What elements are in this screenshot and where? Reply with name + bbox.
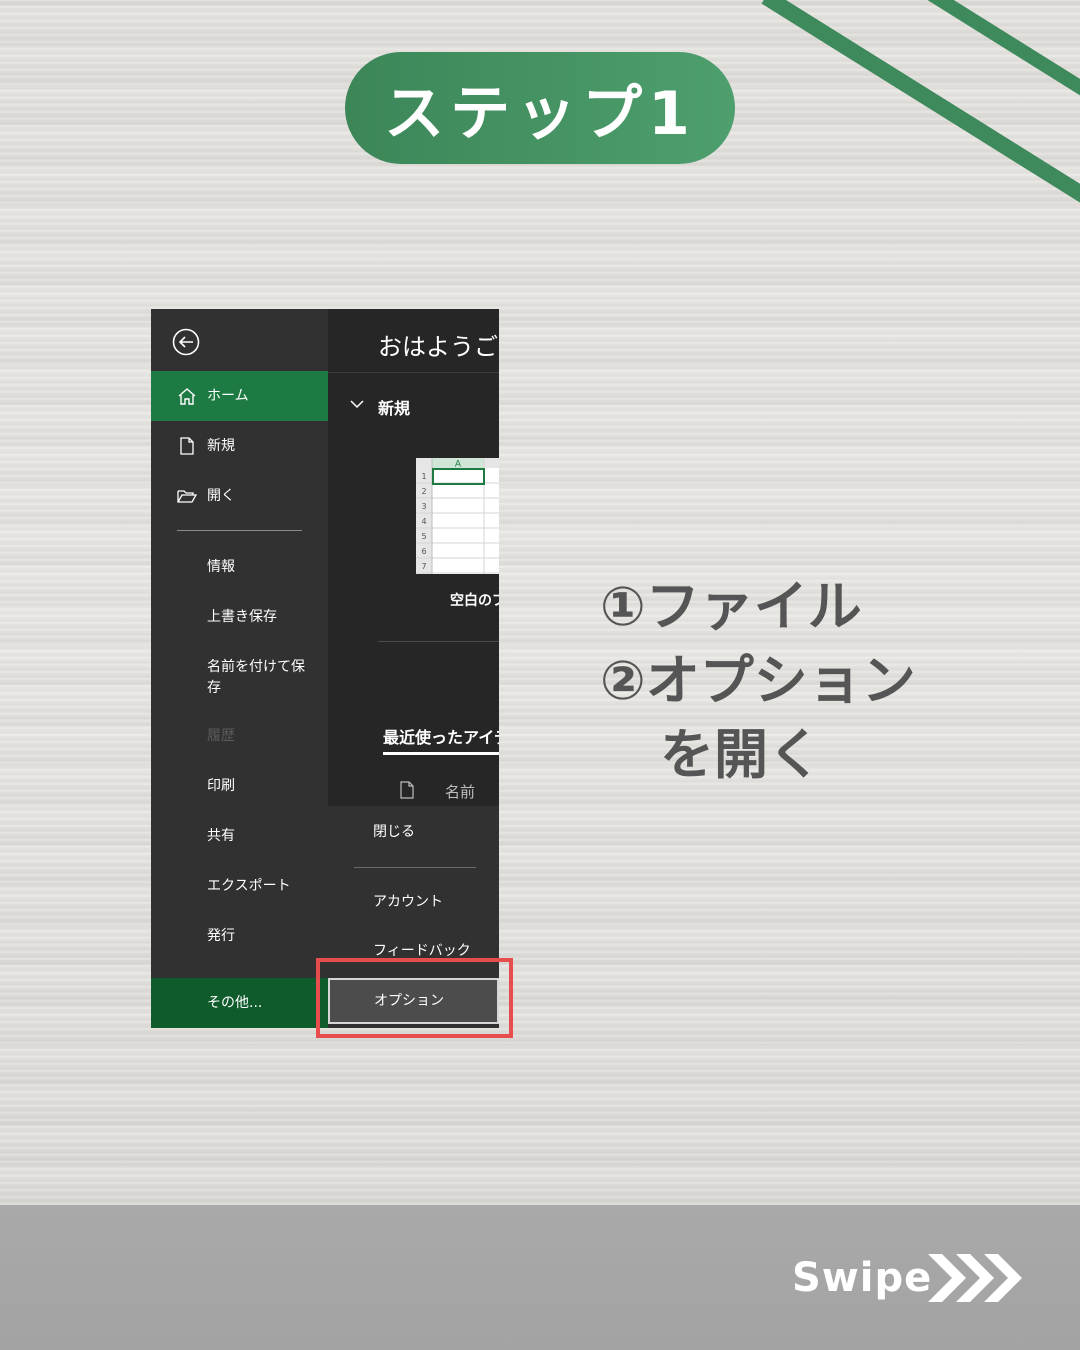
menu-item-feedback[interactable]: フィードバック xyxy=(373,940,471,960)
sidebar-item-info[interactable]: 情報 xyxy=(207,556,235,576)
sidebar-item-history: 履歴 xyxy=(207,728,235,744)
new-document-icon xyxy=(180,437,194,455)
new-section-heading: 新規 xyxy=(378,399,411,418)
sidebar-item-save-as[interactable]: 名前を付けて保 存 xyxy=(207,656,305,697)
sidebar-item-print[interactable]: 印刷 xyxy=(207,775,235,795)
sidebar-item-share[interactable]: 共有 xyxy=(207,825,235,845)
instruction-line-1: ①ファイル xyxy=(600,575,862,638)
file-menu-sidebar: ホーム 新規 開く 情報 上書き保存 名前を付けて保 存 履歴 印刷 共有 エク… xyxy=(151,309,328,1028)
swipe-label[interactable]: Swipe xyxy=(792,1255,932,1301)
home-icon xyxy=(178,388,196,405)
thumb-row-number: 4 xyxy=(421,517,426,526)
sidebar-item-label: 新規 xyxy=(207,438,235,454)
greeting-heading: おはようござ xyxy=(378,333,499,361)
options-highlight-frame xyxy=(316,958,513,1038)
document-icon xyxy=(400,781,414,799)
content-divider xyxy=(378,641,499,642)
save-as-label-line1: 名前を付けて保 xyxy=(207,659,305,675)
sidebar-item-publish[interactable]: 発行 xyxy=(207,925,235,945)
blank-workbook-label[interactable]: 空白のブ xyxy=(450,590,499,610)
sidebar-item-open[interactable]: 開く xyxy=(151,471,328,521)
sidebar-item-label: 開く xyxy=(207,488,235,504)
menu-item-close[interactable]: 閉じる xyxy=(373,821,415,841)
chevron-down-icon[interactable] xyxy=(350,399,364,409)
thumb-row-number: 1 xyxy=(421,472,426,481)
sidebar-item-export[interactable]: エクスポート xyxy=(207,875,291,895)
spreadsheet-grid-icon: A 1234567 xyxy=(416,458,499,574)
tab-recent-underline xyxy=(383,752,499,755)
folder-open-icon xyxy=(177,490,197,503)
lower-divider xyxy=(354,867,476,868)
sidebar-item-label: ホーム xyxy=(207,388,249,404)
sidebar-item-label: その他... xyxy=(207,995,263,1011)
content-divider xyxy=(328,372,499,373)
thumb-row-number: 5 xyxy=(421,532,426,541)
instruction-text: ①ファイル ②オプション を開く xyxy=(600,570,960,792)
save-as-label-line2: 存 xyxy=(207,680,221,696)
name-column-header[interactable]: 名前 xyxy=(445,781,475,802)
excel-file-menu-screenshot: ホーム 新規 開く 情報 上書き保存 名前を付けて保 存 履歴 印刷 共有 エク… xyxy=(151,309,499,1028)
instruction-line-3: を開く xyxy=(660,723,822,786)
blank-workbook-thumbnail[interactable]: A 1234567 xyxy=(416,458,499,574)
thumb-row-number: 2 xyxy=(421,487,426,496)
sidebar-item-save[interactable]: 上書き保存 xyxy=(207,606,277,626)
sidebar-item-more[interactable]: その他... xyxy=(151,978,328,1028)
menu-item-account[interactable]: アカウント xyxy=(373,891,443,911)
file-menu-content: おはようござ 新規 A 1234567 空白のブ 最近使ったアイテ 名前 xyxy=(328,309,499,806)
sidebar-divider xyxy=(177,530,302,531)
tab-recent[interactable]: 最近使ったアイテ xyxy=(383,724,499,748)
sidebar-item-home[interactable]: ホーム xyxy=(151,371,328,421)
thumb-row-number: 7 xyxy=(421,562,426,571)
step-badge: ステップ1 xyxy=(345,52,735,164)
triple-chevron-right-icon[interactable] xyxy=(928,1252,1022,1304)
step-title: ステップ1 xyxy=(384,78,696,149)
back-arrow-icon[interactable] xyxy=(171,327,201,357)
sidebar-item-new[interactable]: 新規 xyxy=(151,421,328,471)
instruction-line-2: ②オプション xyxy=(600,649,916,712)
thumb-row-number: 3 xyxy=(421,502,426,511)
thumb-row-number: 6 xyxy=(421,547,426,556)
